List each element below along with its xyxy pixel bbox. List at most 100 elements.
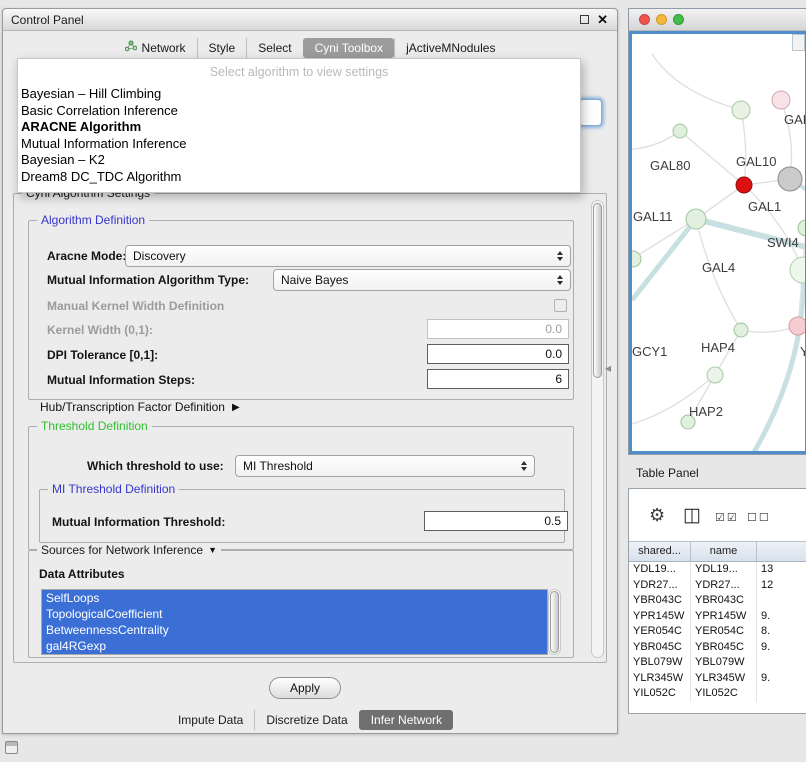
mi-threshold-label: Mutual Information Threshold: — [52, 515, 225, 529]
data-attribute-topologicalcoefficient[interactable]: TopologicalCoefficient — [42, 606, 547, 622]
network-edge[interactable] — [744, 185, 803, 270]
algorithm-option-mutual-information-inference[interactable]: Mutual Information Inference — [18, 136, 580, 153]
tab-label: Infer Network — [371, 713, 442, 727]
network-node[interactable] — [789, 317, 806, 335]
collapsed-arrow-icon: ▶ — [232, 402, 240, 413]
aracne-mode-select[interactable]: Discovery — [125, 245, 571, 267]
table-toolbar: ⚙ ◫ ☑☑ ☐☐ — [629, 489, 806, 541]
table-column-header-blank[interactable] — [757, 542, 806, 561]
hub-definition-toggle[interactable]: Hub/Transcription Factor Definition ▶ — [40, 400, 240, 414]
network-node[interactable] — [790, 257, 806, 283]
close-traffic-light[interactable] — [639, 14, 650, 25]
tab-discretize-data[interactable]: Discretize Data — [254, 710, 358, 730]
table-column-header-shared[interactable]: shared... — [629, 542, 691, 561]
network-titlebar[interactable] — [629, 9, 806, 31]
network-node[interactable] — [707, 367, 723, 383]
tab-network[interactable]: Network — [114, 38, 197, 58]
kernel-width-input[interactable]: 0.0 — [427, 319, 569, 339]
algorithm-option-bayesian-k2[interactable]: Bayesian – K2 — [18, 152, 580, 169]
select-all-icon[interactable]: ☑☑ — [715, 511, 739, 524]
table-cell: YBR045C — [629, 640, 691, 656]
float-window-icon[interactable] — [580, 15, 589, 24]
data-attribute-betweennesscentrality[interactable]: BetweennessCentrality — [42, 622, 547, 638]
network-node[interactable] — [736, 177, 752, 193]
node-label-gal11: GAL11 — [633, 209, 673, 224]
network-node[interactable] — [772, 91, 790, 109]
tab-label: Cyni Toolbox — [315, 41, 383, 55]
manual-kernel-checkbox[interactable] — [554, 299, 567, 312]
network-node[interactable] — [686, 209, 706, 229]
algorithm-option-basic-correlation-inference[interactable]: Basic Correlation Inference — [18, 103, 580, 120]
table-row[interactable]: YIL052CYIL052C — [629, 686, 806, 702]
tab-cyni-toolbox[interactable]: Cyni Toolbox — [303, 38, 394, 58]
combo-arrows-icon — [557, 251, 563, 262]
minimized-panel-icon[interactable] — [5, 741, 18, 754]
network-node[interactable] — [734, 323, 748, 337]
manual-kernel-width-label: Manual Kernel Width Definition — [47, 299, 224, 313]
attributes-scrollbar[interactable] — [548, 589, 561, 655]
splitter-collapse-icon[interactable]: ◂ — [605, 361, 611, 375]
table-settings-icon[interactable]: ⚙ — [649, 505, 665, 526]
network-edge[interactable] — [741, 110, 746, 185]
zoom-traffic-light[interactable] — [673, 14, 684, 25]
table-row[interactable]: YBR043CYBR043C — [629, 593, 806, 609]
table-cell: YPR145W — [691, 609, 757, 625]
network-node[interactable] — [732, 101, 750, 119]
table-header: shared...name — [629, 541, 806, 562]
table-cell: 9. — [757, 609, 806, 625]
node-label-swi4: SWI4 — [767, 235, 799, 250]
network-edge[interactable] — [652, 54, 741, 110]
algorithm-option-dream8-dc-tdc-algorithm[interactable]: Dream8 DC_TDC Algorithm — [18, 169, 580, 186]
network-edge[interactable] — [632, 131, 680, 149]
table-cell: YLR345W — [691, 671, 757, 687]
tab-jactivemnodules[interactable]: jActiveMNodules — [394, 38, 506, 58]
table-row[interactable]: YPR145WYPR145W9. — [629, 609, 806, 625]
network-edge[interactable] — [750, 270, 803, 454]
mi-threshold-input[interactable]: 0.5 — [424, 511, 568, 531]
table-row[interactable]: YER054CYER054C8. — [629, 624, 806, 640]
close-window-icon[interactable]: ✕ — [597, 9, 608, 31]
control-panel-titlebar[interactable]: Control Panel ✕ — [3, 9, 617, 31]
scrollbar-thumb[interactable] — [593, 203, 602, 378]
table-cell: YDR27... — [629, 578, 691, 594]
network-edge[interactable] — [632, 219, 696, 259]
which-threshold-select[interactable]: MI Threshold — [235, 455, 535, 477]
deselect-all-icon[interactable]: ☐☐ — [747, 511, 771, 524]
table-row[interactable]: YDR27...YDR27...12 — [629, 578, 806, 594]
data-attribute-gal4rgexp[interactable]: gal4RGexp — [42, 638, 547, 654]
minimize-traffic-light[interactable] — [656, 14, 667, 25]
table-row[interactable]: YBL079WYBL079W — [629, 655, 806, 671]
control-panel-tabs: NetworkStyleSelect Cyni Toolbox jActiveMNo… — [3, 37, 617, 58]
table-column-header-name[interactable]: name — [691, 542, 757, 561]
algorithm-combobox-partial[interactable] — [579, 99, 602, 126]
table-row[interactable]: YLR345WYLR345W9. — [629, 671, 806, 687]
algorithm-option-aracne-algorithm[interactable]: ARACNE Algorithm — [18, 119, 580, 136]
mi-steps-input[interactable]: 6 — [427, 369, 569, 389]
control-panel-window: Control Panel ✕ NetworkStyleSelect Cyni T… — [2, 8, 618, 734]
column-visibility-icon[interactable]: ◫ — [683, 504, 701, 527]
algorithm-option-bayesian-hill-climbing[interactable]: Bayesian – Hill Climbing — [18, 86, 580, 103]
table-cell: YBL079W — [629, 655, 691, 671]
sources-legend[interactable]: Sources for Network Inference ▼ — [37, 543, 221, 557]
node-label-gal8: GAL8 — [784, 112, 806, 127]
network-graph[interactable]: GAL8GAL80GAL10GAL11GAL1SWI4GAL4GCY1HAP4Y… — [632, 34, 806, 454]
network-node[interactable] — [798, 220, 806, 236]
table-row[interactable]: YBR045CYBR045C9. — [629, 640, 806, 656]
table-cell: YDR27... — [691, 578, 757, 594]
dpi-tolerance-input[interactable]: 0.0 — [427, 344, 569, 364]
network-canvas[interactable]: GAL8GAL80GAL10GAL11GAL1SWI4GAL4GCY1HAP4Y… — [629, 31, 806, 454]
apply-button[interactable]: Apply — [269, 677, 341, 699]
network-edge[interactable] — [632, 219, 696, 300]
tab-select[interactable]: Select — [246, 38, 302, 58]
data-attributes-list[interactable]: SelfLoopsTopologicalCoefficientBetweenne… — [41, 589, 548, 655]
mi-algorithm-type-select[interactable]: Naive Bayes — [273, 269, 571, 291]
tab-infer-network[interactable]: Infer Network — [359, 710, 453, 730]
scrollbar-thumb[interactable] — [550, 591, 559, 653]
network-node[interactable] — [778, 167, 802, 191]
data-attribute-selfloops[interactable]: SelfLoops — [42, 590, 547, 606]
table-row[interactable]: YDL19...YDL19...13 — [629, 562, 806, 578]
tab-style[interactable]: Style — [197, 38, 247, 58]
tab-impute-data[interactable]: Impute Data — [167, 710, 254, 730]
network-node[interactable] — [673, 124, 687, 138]
settings-scrollbar[interactable] — [591, 200, 604, 658]
